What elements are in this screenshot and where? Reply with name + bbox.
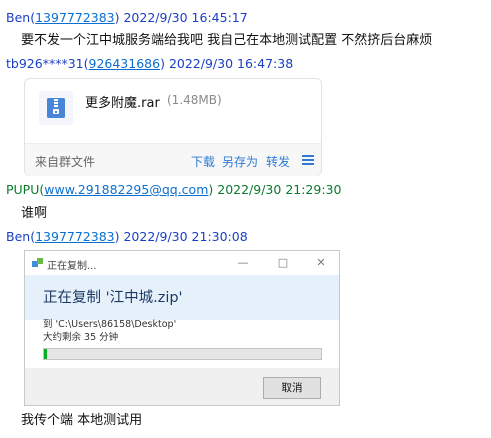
message-text: 要不发一个江中城服务端给我吧 我自己在本地测试配置 不然挤后台麻烦: [21, 33, 433, 48]
timestamp: 2022/9/30 21:29:30: [217, 182, 342, 197]
copy-heading: 正在复制 '江中城.zip': [43, 290, 183, 306]
message-text: 我传个端 本地测试用: [21, 413, 143, 428]
sender-name[interactable]: Ben: [6, 229, 30, 244]
copy-progress-bar: [43, 348, 322, 360]
message-header: tb926****31(926431686) 2022/9/30 16:47:3…: [6, 56, 294, 71]
sender-name[interactable]: Ben: [6, 10, 30, 25]
message-header: Ben(1397772383) 2022/9/30 16:45:17: [6, 10, 248, 25]
dialog-footer: 取消: [25, 368, 339, 405]
timestamp: 2022/9/30 21:30:08: [123, 229, 248, 244]
file-name[interactable]: 更多附魔.rar: [85, 92, 160, 111]
message-header: Ben(1397772383) 2022/9/30 21:30:08: [6, 229, 248, 244]
save-as-button[interactable]: 另存为: [222, 153, 258, 170]
file-card-body[interactable]: 更多附魔.rar (1.48MB): [25, 79, 321, 141]
sender-id-link[interactable]: www.291882295@qq.com: [44, 182, 208, 197]
file-size: (1.48MB): [167, 93, 222, 107]
dialog-header: 正在复制 '江中城.zip': [25, 275, 339, 320]
sender-name[interactable]: PUPU: [6, 182, 39, 197]
dialog-titlebar: 正在复制... — □ ✕: [25, 251, 339, 275]
download-button[interactable]: 下载: [191, 153, 215, 170]
time-remaining: 大约剩余 35 分钟: [43, 332, 119, 343]
archive-file-icon: [39, 91, 73, 125]
maximize-icon[interactable]: □: [273, 255, 293, 271]
file-card-footer: 来自群文件 下载 另存为 转发: [25, 143, 321, 176]
message-text: 谁啊: [21, 206, 48, 221]
timestamp: 2022/9/30 16:47:38: [168, 56, 294, 71]
minimize-icon[interactable]: —: [233, 255, 253, 271]
sender-id-link[interactable]: 1397772383: [35, 10, 115, 25]
dialog-title: 正在复制...: [47, 261, 97, 272]
sender-id-link[interactable]: 1397772383: [35, 229, 115, 244]
forward-button[interactable]: 转发: [266, 153, 290, 170]
file-source: 来自群文件: [35, 155, 96, 169]
copy-destination: 到 'C:\Users\86158\Desktop': [43, 319, 177, 330]
timestamp: 2022/9/30 16:45:17: [123, 10, 248, 25]
hamburger-menu-icon[interactable]: [302, 155, 314, 165]
cancel-button[interactable]: 取消: [263, 377, 321, 399]
sender-id-link[interactable]: 926431686: [89, 56, 161, 71]
copy-dialog-screenshot[interactable]: 正在复制... — □ ✕ 正在复制 '江中城.zip' 到 'C:\Users…: [24, 250, 340, 406]
close-icon[interactable]: ✕: [311, 255, 331, 271]
copy-progress-fill: [44, 349, 47, 359]
message-header: PUPU(www.291882295@qq.com) 2022/9/30 21:…: [6, 182, 342, 197]
sender-name[interactable]: tb926****31: [6, 56, 84, 71]
copy-files-icon: [32, 258, 43, 267]
file-card[interactable]: 更多附魔.rar (1.48MB) 来自群文件 下载 另存为 转发: [24, 78, 322, 176]
